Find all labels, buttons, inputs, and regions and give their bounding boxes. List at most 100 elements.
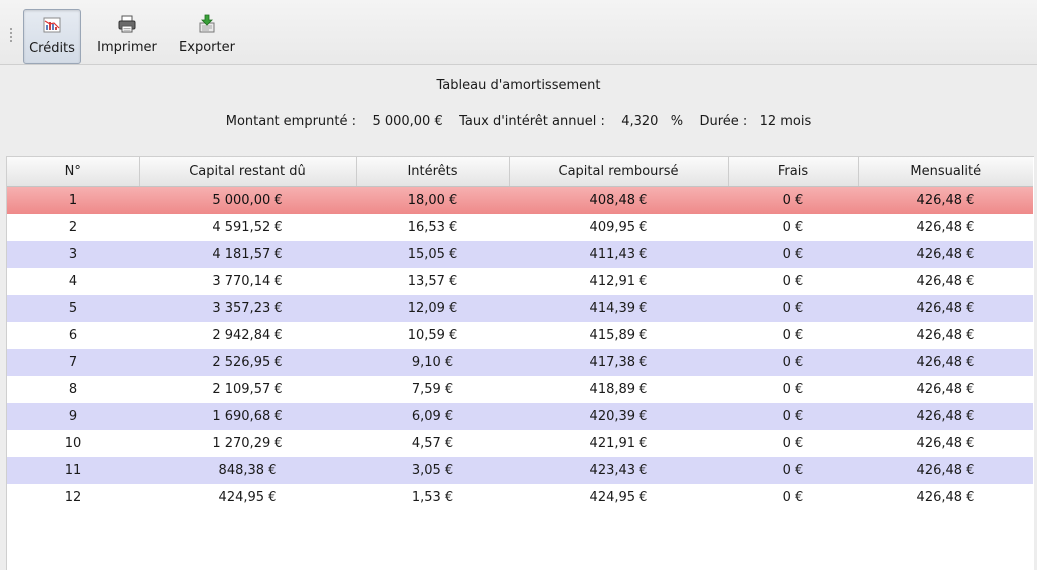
table-row[interactable]: 9 1 690,68 € 6,09 € 420,39 € 0 € 426,48 €: [7, 403, 1033, 430]
cell-repaid-capital: 417,38 €: [589, 355, 648, 370]
rate-label: Taux d'intérêt annuel :: [459, 114, 605, 129]
cell-monthly-payment: 426,48 €: [916, 463, 975, 478]
cell-remaining-capital: 3 357,23 €: [212, 301, 283, 316]
print-button[interactable]: Imprimer: [94, 9, 160, 64]
cell-monthly-payment: 426,48 €: [916, 409, 975, 424]
cell-monthly-payment: 426,48 €: [916, 436, 975, 451]
export-button-label: Exporter: [179, 40, 235, 55]
cell-fees: 0 €: [782, 247, 804, 262]
cell-number: 2: [68, 220, 78, 235]
cell-remaining-capital: 4 591,52 €: [212, 220, 283, 235]
column-header-repaid-capital[interactable]: Capital remboursé: [509, 157, 729, 187]
cell-number: 10: [64, 436, 82, 451]
cell-interest: 1,53 €: [411, 490, 454, 505]
table-row[interactable]: 10 1 270,29 € 4,57 € 421,91 € 0 € 426,48 €: [7, 430, 1033, 457]
amount-value: 5 000,00 €: [372, 114, 443, 129]
table-row[interactable]: 3 4 181,57 € 15,05 € 411,43 € 0 € 426,48 €: [7, 241, 1033, 268]
column-header-monthly-payment[interactable]: Mensualité: [858, 157, 1033, 187]
toolbar-grip[interactable]: [9, 27, 13, 43]
cell-monthly-payment: 426,48 €: [916, 220, 975, 235]
cell-fees: 0 €: [782, 328, 804, 343]
page-title: Tableau d'amortissement: [436, 78, 601, 93]
table-row[interactable]: 6 2 942,84 € 10,59 € 415,89 € 0 € 426,48 €: [7, 322, 1033, 349]
cell-remaining-capital: 2 942,84 €: [212, 328, 283, 343]
cell-monthly-payment: 426,48 €: [916, 301, 975, 316]
chart-icon: [43, 17, 61, 33]
cell-remaining-capital: 5 000,00 €: [212, 193, 283, 208]
print-button-label: Imprimer: [97, 40, 157, 55]
table-row[interactable]: 11 848,38 € 3,05 € 423,43 € 0 € 426,48 €: [7, 457, 1033, 484]
table-row[interactable]: 8 2 109,57 € 7,59 € 418,89 € 0 € 426,48 €: [7, 376, 1033, 403]
column-header-remaining-capital[interactable]: Capital restant dû: [139, 157, 357, 187]
duration-value: 12 mois: [759, 114, 812, 129]
cell-interest: 12,09 €: [407, 301, 458, 316]
amount-label: Montant emprunté :: [225, 114, 357, 129]
cell-repaid-capital: 420,39 €: [589, 409, 648, 424]
cell-repaid-capital: 414,39 €: [589, 301, 648, 316]
printer-icon: [118, 15, 136, 33]
cell-interest: 7,59 €: [411, 382, 454, 397]
cell-fees: 0 €: [782, 355, 804, 370]
cell-repaid-capital: 418,89 €: [589, 382, 648, 397]
cell-repaid-capital: 411,43 €: [589, 247, 648, 262]
duration-label: Durée :: [699, 114, 748, 129]
cell-remaining-capital: 424,95 €: [218, 490, 277, 505]
cell-repaid-capital: 408,48 €: [589, 193, 648, 208]
credits-button-label: Crédits: [29, 41, 75, 56]
cell-fees: 0 €: [782, 463, 804, 478]
cell-remaining-capital: 3 770,14 €: [212, 274, 283, 289]
credits-button[interactable]: Crédits: [23, 9, 81, 64]
cell-number: 9: [68, 409, 78, 424]
cell-repaid-capital: 423,43 €: [589, 463, 648, 478]
cell-monthly-payment: 426,48 €: [916, 247, 975, 262]
cell-interest: 13,57 €: [407, 274, 458, 289]
rate-value: 4,320: [621, 114, 659, 129]
cell-monthly-payment: 426,48 €: [916, 274, 975, 289]
column-header-number[interactable]: N°: [7, 157, 140, 187]
cell-monthly-payment: 426,48 €: [916, 382, 975, 397]
cell-monthly-payment: 426,48 €: [916, 328, 975, 343]
cell-interest: 4,57 €: [411, 436, 454, 451]
cell-remaining-capital: 848,38 €: [218, 463, 277, 478]
cell-fees: 0 €: [782, 382, 804, 397]
cell-remaining-capital: 1 270,29 €: [212, 436, 283, 451]
table-row[interactable]: 4 3 770,14 € 13,57 € 412,91 € 0 € 426,48 €: [7, 268, 1033, 295]
cell-number: 4: [68, 274, 78, 289]
cell-fees: 0 €: [782, 436, 804, 451]
table-row[interactable]: 5 3 357,23 € 12,09 € 414,39 € 0 € 426,48 €: [7, 295, 1033, 322]
column-header-fees[interactable]: Frais: [728, 157, 859, 187]
cell-remaining-capital: 2 526,95 €: [212, 355, 283, 370]
amortization-table: N° Capital restant dû Intérêts Capital r…: [7, 157, 1033, 511]
cell-monthly-payment: 426,48 €: [916, 355, 975, 370]
table-row[interactable]: 1 5 000,00 € 18,00 € 408,48 € 0 € 426,48 €: [7, 186, 1033, 214]
cell-interest: 3,05 €: [411, 463, 454, 478]
export-button[interactable]: Exporter: [172, 9, 242, 64]
cell-number: 7: [68, 355, 78, 370]
cell-fees: 0 €: [782, 274, 804, 289]
cell-repaid-capital: 424,95 €: [589, 490, 648, 505]
table-row[interactable]: 7 2 526,95 € 9,10 € 417,38 € 0 € 426,48 €: [7, 349, 1033, 376]
toolbar: Crédits Imprimer Exporter: [0, 0, 1037, 65]
cell-repaid-capital: 421,91 €: [589, 436, 648, 451]
cell-remaining-capital: 1 690,68 €: [212, 409, 283, 424]
cell-fees: 0 €: [782, 220, 804, 235]
table-row[interactable]: 12 424,95 € 1,53 € 424,95 € 0 € 426,48 €: [7, 484, 1033, 511]
cell-fees: 0 €: [782, 301, 804, 316]
cell-number: 1: [68, 193, 78, 208]
table-row[interactable]: 2 4 591,52 € 16,53 € 409,95 € 0 € 426,48 €: [7, 214, 1033, 241]
cell-repaid-capital: 409,95 €: [589, 220, 648, 235]
cell-number: 11: [64, 463, 82, 478]
cell-number: 3: [68, 247, 78, 262]
cell-number: 8: [68, 382, 78, 397]
column-header-interest[interactable]: Intérêts: [356, 157, 510, 187]
cell-number: 12: [64, 490, 82, 505]
cell-fees: 0 €: [782, 409, 804, 424]
cell-interest: 15,05 €: [407, 247, 458, 262]
rate-unit: %: [670, 114, 684, 129]
cell-interest: 6,09 €: [411, 409, 454, 424]
cell-fees: 0 €: [782, 193, 804, 208]
amortization-table-panel[interactable]: N° Capital restant dû Intérêts Capital r…: [6, 156, 1034, 570]
cell-number: 6: [68, 328, 78, 343]
cell-remaining-capital: 4 181,57 €: [212, 247, 283, 262]
cell-interest: 9,10 €: [411, 355, 454, 370]
